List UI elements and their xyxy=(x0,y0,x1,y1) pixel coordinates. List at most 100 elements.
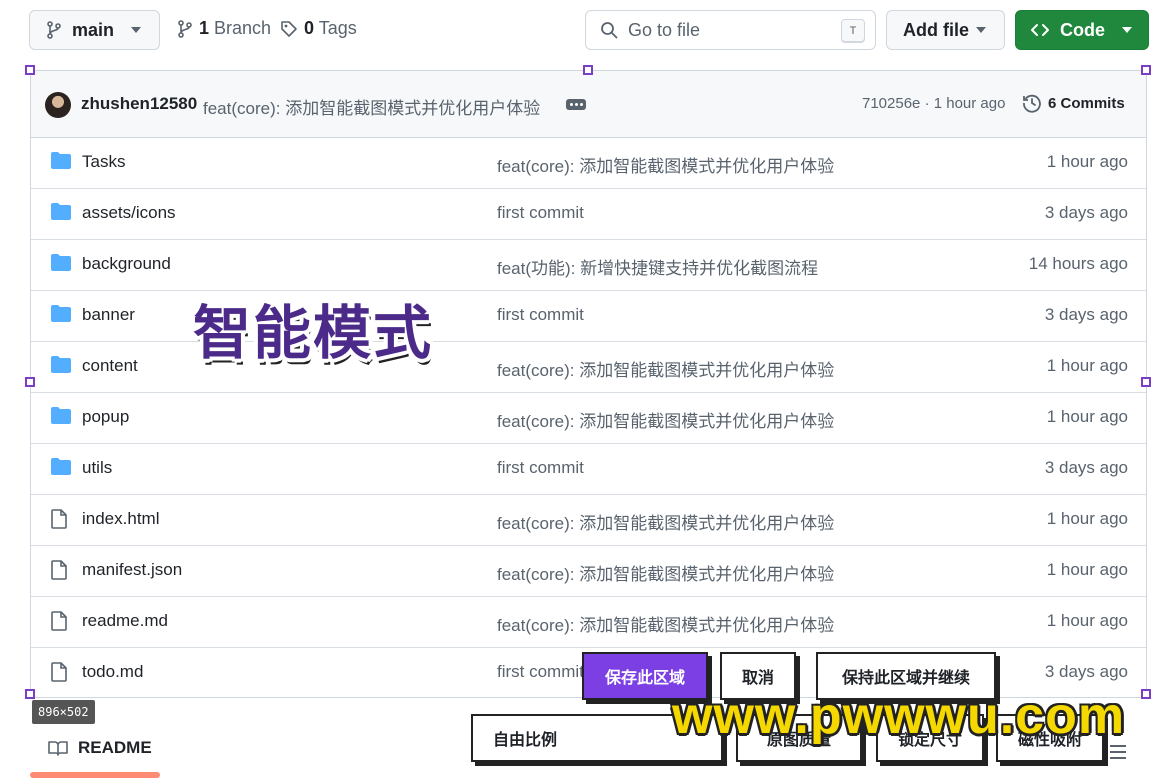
readme-tab-underline xyxy=(30,772,160,778)
avatar[interactable] xyxy=(45,92,71,118)
folder-icon xyxy=(51,305,71,327)
table-row: index.html feat(core): 添加智能截图模式并优化用户体验 1 h… xyxy=(31,494,1146,546)
code-button[interactable]: Code xyxy=(1015,10,1149,50)
file-commit-age: 3 days ago xyxy=(1044,305,1128,324)
table-row: Tasks feat(core): 添加智能截图模式并优化用户体验 1 hour a… xyxy=(31,137,1146,189)
commit-message[interactable]: feat(core): 添加智能截图模式并优化用户体验 xyxy=(203,94,540,119)
commit-sha-time[interactable]: 710256e · 1 hour ago xyxy=(862,95,1005,112)
git-branch-icon xyxy=(47,21,61,39)
tags-label: Tags xyxy=(318,18,357,38)
table-row: popup feat(core): 添加智能截图模式并优化用户体验 1 hour a… xyxy=(31,392,1146,444)
selection-size-label: 896×502 xyxy=(32,700,95,724)
site-watermark: www.pwwwu.com xyxy=(672,687,1126,745)
file-browser-panel: zhushen12580 feat(core): 添加智能截图模式并优化用户体验… xyxy=(30,70,1147,698)
file-commit-age: 3 days ago xyxy=(1044,662,1128,681)
file-commit-age: 1 hour ago xyxy=(1046,152,1128,171)
file-commit-message[interactable]: feat(core): 添加智能截图模式并优化用户体验 xyxy=(497,560,834,585)
folder-icon xyxy=(51,458,71,480)
readme-label: README xyxy=(78,738,152,757)
file-commit-message[interactable]: feat(core): 添加智能截图模式并优化用户体验 xyxy=(497,152,834,177)
file-commit-age: 14 hours ago xyxy=(1028,254,1128,273)
file-name-link[interactable]: index.html xyxy=(82,509,159,529)
code-icon xyxy=(1031,24,1049,36)
commit-author[interactable]: zhushen12580 xyxy=(81,94,197,114)
more-horizontal-icon[interactable] xyxy=(566,99,586,110)
file-icon xyxy=(51,560,67,585)
readme-tab[interactable]: README xyxy=(48,738,152,758)
branches-count: 1 xyxy=(199,18,210,38)
file-commit-age: 3 days ago xyxy=(1044,458,1128,477)
file-commit-age: 1 hour ago xyxy=(1046,509,1128,528)
selection-handle-right[interactable] xyxy=(1141,377,1151,387)
history-icon xyxy=(1023,94,1041,113)
keyboard-shortcut-badge: T xyxy=(841,19,865,43)
file-commit-age: 1 hour ago xyxy=(1046,407,1128,426)
branches-link[interactable]: 1 Branch xyxy=(177,18,271,39)
commits-count: 6 Commits xyxy=(1048,94,1125,112)
branch-select-button[interactable]: main xyxy=(29,10,160,50)
file-name-link[interactable]: background xyxy=(82,254,171,274)
table-row: readme.md feat(core): 添加智能截图模式并优化用户体验 1 ho… xyxy=(31,596,1146,648)
tag-icon xyxy=(281,20,297,37)
branches-label: Branch xyxy=(214,18,272,38)
branch-name: main xyxy=(72,19,115,40)
file-commit-message[interactable]: feat(core): 添加智能截图模式并优化用户体验 xyxy=(497,356,834,381)
code-label: Code xyxy=(1060,19,1105,40)
file-name-link[interactable]: Tasks xyxy=(82,152,125,172)
file-commit-message[interactable]: first commit xyxy=(497,458,584,478)
git-branch-icon xyxy=(178,19,192,38)
file-name-link[interactable]: content xyxy=(82,356,138,376)
folder-icon xyxy=(51,203,71,225)
table-row: assets/icons first commit 3 days ago xyxy=(31,188,1146,240)
latest-commit-bar: zhushen12580 feat(core): 添加智能截图模式并优化用户体验… xyxy=(31,71,1146,138)
selection-handle-bottom-left[interactable] xyxy=(25,689,35,699)
book-icon xyxy=(48,741,68,756)
search-placeholder: Go to file xyxy=(628,19,701,40)
file-commit-message[interactable]: feat(core): 添加智能截图模式并优化用户体验 xyxy=(497,611,834,636)
folder-icon xyxy=(51,407,71,429)
file-commit-message[interactable]: feat(core): 添加智能截图模式并优化用户体验 xyxy=(497,509,834,534)
file-commit-message[interactable]: first commit xyxy=(497,305,584,325)
file-commit-age: 1 hour ago xyxy=(1046,560,1128,579)
selection-handle-top-left[interactable] xyxy=(25,65,35,75)
file-icon xyxy=(51,662,67,687)
file-name-link[interactable]: utils xyxy=(82,458,112,478)
folder-icon xyxy=(51,356,71,378)
file-icon xyxy=(51,611,67,636)
repo-toolbar: main 1 Branch 0 Tags Go to file T Add fi… xyxy=(0,0,1173,64)
file-commit-age: 3 days ago xyxy=(1044,203,1128,222)
file-name-link[interactable]: assets/icons xyxy=(82,203,176,223)
commits-history-link[interactable]: 6 Commits xyxy=(1022,93,1125,113)
selection-handle-top-right[interactable] xyxy=(1141,65,1151,75)
file-name-link[interactable]: todo.md xyxy=(82,662,143,682)
file-commit-message[interactable]: first commit xyxy=(497,662,584,682)
file-commit-message[interactable]: first commit xyxy=(497,203,584,223)
tags-link[interactable]: 0 Tags xyxy=(280,18,357,39)
chevron-down-icon xyxy=(131,27,141,33)
file-commit-message[interactable]: feat(core): 添加智能截图模式并优化用户体验 xyxy=(497,407,834,432)
folder-icon xyxy=(51,152,71,174)
file-commit-message[interactable]: feat(功能): 新增快捷键支持并优化截图流程 xyxy=(497,254,818,279)
table-row: manifest.json feat(core): 添加智能截图模式并优化用户体验… xyxy=(31,545,1146,597)
file-commit-age: 1 hour ago xyxy=(1046,611,1128,630)
file-commit-age: 1 hour ago xyxy=(1046,356,1128,375)
table-row: utils first commit 3 days ago xyxy=(31,443,1146,495)
chevron-down-icon xyxy=(1122,27,1132,33)
file-icon xyxy=(51,509,67,534)
selection-handle-bottom-right[interactable] xyxy=(1141,689,1151,699)
file-name-link[interactable]: banner xyxy=(82,305,135,325)
selection-handle-left[interactable] xyxy=(25,377,35,387)
table-row: background feat(功能): 新增快捷键支持并优化截图流程 14 hou… xyxy=(31,239,1146,291)
add-file-label: Add file xyxy=(903,19,969,40)
file-name-link[interactable]: readme.md xyxy=(82,611,168,631)
folder-icon xyxy=(51,254,71,276)
selection-handle-top[interactable] xyxy=(583,65,593,75)
go-to-file-input[interactable]: Go to file T xyxy=(585,10,876,50)
search-icon xyxy=(601,22,618,39)
chevron-down-icon xyxy=(976,27,986,33)
capture-mode-title: 智能模式 xyxy=(193,301,434,366)
add-file-button[interactable]: Add file xyxy=(886,10,1005,50)
file-name-link[interactable]: manifest.json xyxy=(82,560,182,580)
file-name-link[interactable]: popup xyxy=(82,407,129,427)
tags-count: 0 xyxy=(304,18,315,38)
